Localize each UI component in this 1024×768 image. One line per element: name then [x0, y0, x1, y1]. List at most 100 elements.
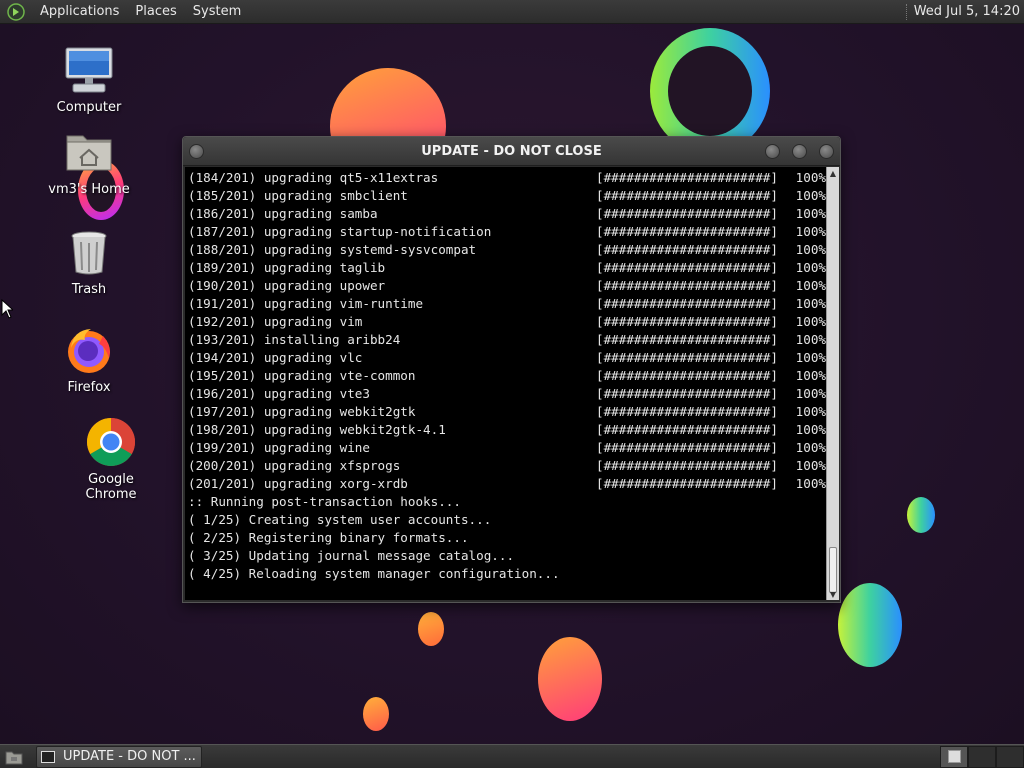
progress-percent: 100%: [795, 188, 826, 203]
progress-percent: 100%: [795, 314, 826, 329]
show-desktop-icon[interactable]: [2, 746, 26, 768]
progress-bar-text: [######################]: [596, 188, 778, 203]
progress-bar-text: [######################]: [596, 368, 778, 383]
progress-bar-text: [######################]: [596, 260, 778, 275]
desktop-icon-computer[interactable]: Computer: [39, 44, 139, 115]
terminal-hook-line: ( 3/25) Updating journal message catalog…: [188, 548, 515, 563]
progress-bar-text: [######################]: [596, 224, 778, 239]
close-button[interactable]: [819, 144, 834, 159]
menu-places[interactable]: Places: [127, 0, 184, 24]
package-step: (187/201) upgrading startup-notification: [188, 224, 492, 239]
progress-bar-text: [######################]: [596, 278, 778, 293]
taskbar-window-button[interactable]: UPDATE - DO NOT ...: [36, 745, 202, 768]
wallpaper-orb: [538, 637, 602, 721]
terminal-progress-line: (189/201) upgrading taglib [#############…: [188, 259, 826, 277]
terminal-progress-line: (198/201) upgrading webkit2gtk-4.1 [#####…: [188, 421, 826, 439]
progress-bar-text: [######################]: [596, 170, 778, 185]
package-step: (189/201) upgrading taglib: [188, 260, 386, 275]
terminal-hook-line: ( 4/25) Reloading system manager configu…: [188, 566, 560, 581]
window-titlebar[interactable]: UPDATE - DO NOT CLOSE: [183, 137, 840, 166]
package-step: (184/201) upgrading qt5-x11extras: [188, 170, 439, 185]
clock-area: Wed Jul 5, 14:20: [905, 0, 1024, 24]
taskbar-window-label: UPDATE - DO NOT ...: [63, 749, 196, 764]
bottom-panel: UPDATE - DO NOT ...: [0, 744, 1024, 768]
progress-percent: 100%: [795, 476, 826, 491]
progress-percent: 100%: [795, 260, 826, 275]
terminal-icon: [41, 750, 55, 763]
computer-icon: [63, 44, 115, 96]
progress-percent: 100%: [795, 242, 826, 257]
panel-separator: [905, 3, 908, 20]
package-step: (201/201) upgrading xorg-xrdb: [188, 476, 408, 491]
terminal-scrollbar[interactable]: ▲ ▼: [826, 167, 839, 600]
desktop-icon-home[interactable]: vm3's Home: [39, 126, 139, 197]
package-step: (195/201) upgrading vte-common: [188, 368, 416, 383]
desktop-icon-label: Firefox: [67, 380, 111, 395]
progress-bar-text: [######################]: [596, 458, 778, 473]
progress-percent: 100%: [795, 206, 826, 221]
trash-icon: [63, 226, 115, 278]
maximize-button[interactable]: [792, 144, 807, 159]
terminal-hook-line: :: Running post-transaction hooks...: [188, 494, 461, 509]
terminal-progress-line: (194/201) upgrading vlc [################…: [188, 349, 826, 367]
package-step: (196/201) upgrading vte3: [188, 386, 370, 401]
progress-bar-text: [######################]: [596, 350, 778, 365]
progress-percent: 100%: [795, 458, 826, 473]
menu-system[interactable]: System: [185, 0, 249, 24]
desktop-icon-chrome[interactable]: Google Chrome: [61, 416, 161, 502]
progress-percent: 100%: [795, 224, 826, 239]
package-step: (199/201) upgrading wine: [188, 440, 370, 455]
progress-bar-text: [######################]: [596, 332, 778, 347]
menu-applications[interactable]: Applications: [32, 0, 127, 24]
progress-bar-text: [######################]: [596, 296, 778, 311]
workspace-window-thumbnail: [947, 750, 961, 763]
progress-bar-text: [######################]: [596, 314, 778, 329]
chrome-icon: [85, 416, 137, 468]
progress-bar-text: [######################]: [596, 206, 778, 221]
progress-percent: 100%: [795, 278, 826, 293]
window-menu-button[interactable]: [189, 144, 204, 159]
progress-percent: 100%: [795, 386, 826, 401]
progress-percent: 100%: [795, 368, 826, 383]
terminal-output[interactable]: (184/201) upgrading qt5-x11extras [######…: [185, 167, 826, 600]
progress-percent: 100%: [795, 422, 826, 437]
package-step: (198/201) upgrading webkit2gtk-4.1: [188, 422, 446, 437]
desktop-icon-trash[interactable]: Trash: [39, 226, 139, 297]
terminal-progress-line: (188/201) upgrading systemd-sysvcompat [#…: [188, 241, 826, 259]
terminal-progress-line: (201/201) upgrading xorg-xrdb [##########…: [188, 475, 826, 493]
terminal-progress-line: (192/201) upgrading vim [################…: [188, 313, 826, 331]
progress-bar-text: [######################]: [596, 386, 778, 401]
clock[interactable]: Wed Jul 5, 14:20: [914, 4, 1024, 19]
progress-percent: 100%: [795, 350, 826, 365]
desktop-icon-label: Google Chrome: [85, 472, 137, 502]
progress-percent: 100%: [795, 404, 826, 419]
progress-percent: 100%: [795, 170, 826, 185]
package-step: (193/201) installing aribb24: [188, 332, 401, 347]
workspace-1[interactable]: [940, 745, 968, 768]
progress-bar-text: [######################]: [596, 476, 778, 491]
terminal-progress-line: (195/201) upgrading vte-common [#########…: [188, 367, 826, 385]
wallpaper-orb: [838, 583, 902, 667]
workspace-2[interactable]: [968, 745, 996, 768]
scrollbar-thumb[interactable]: [829, 547, 837, 593]
terminal-hook-line: ( 1/25) Creating system user accounts...: [188, 512, 492, 527]
terminal-progress-line: (185/201) upgrading smbclient [##########…: [188, 187, 826, 205]
workspace-3[interactable]: [996, 745, 1024, 768]
desktop-icon-firefox[interactable]: Firefox: [39, 324, 139, 395]
workspace-switcher: [940, 745, 1024, 768]
progress-bar-text: [######################]: [596, 440, 778, 455]
terminal-hook-line: ( 2/25) Registering binary formats...: [188, 530, 469, 545]
distro-logo-icon[interactable]: [6, 2, 26, 22]
wallpaper-orb: [363, 697, 389, 731]
scroll-up-arrow-icon[interactable]: ▲: [827, 167, 839, 179]
update-terminal-window[interactable]: UPDATE - DO NOT CLOSE (184/201) upgradin…: [182, 136, 841, 603]
scroll-down-arrow-icon[interactable]: ▼: [827, 588, 839, 600]
package-step: (194/201) upgrading vlc: [188, 350, 363, 365]
terminal-progress-line: (200/201) upgrading xfsprogs [###########…: [188, 457, 826, 475]
package-step: (197/201) upgrading webkit2gtk: [188, 404, 416, 419]
terminal-progress-line: (199/201) upgrading wine [###############…: [188, 439, 826, 457]
progress-bar-text: [######################]: [596, 404, 778, 419]
terminal-progress-line: (187/201) upgrading startup-notification…: [188, 223, 826, 241]
minimize-button[interactable]: [765, 144, 780, 159]
terminal-progress-line: (193/201) installing aribb24 [###########…: [188, 331, 826, 349]
